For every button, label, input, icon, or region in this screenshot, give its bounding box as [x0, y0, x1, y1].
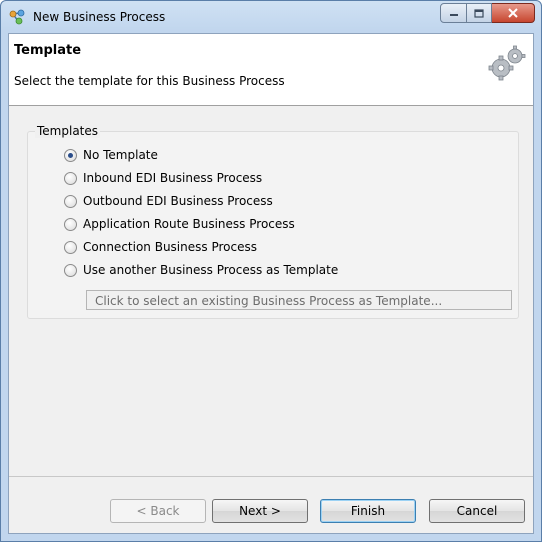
finish-button[interactable]: Finish: [320, 499, 416, 523]
radio-outbound-edi[interactable]: Outbound EDI Business Process: [64, 192, 273, 210]
cancel-button[interactable]: Cancel: [429, 499, 525, 523]
radio-connection[interactable]: Connection Business Process: [64, 238, 257, 256]
radio-label: Inbound EDI Business Process: [83, 171, 263, 185]
radio-label: Use another Business Process as Template: [83, 263, 339, 277]
template-picker-field[interactable]: Click to select an existing Business Pro…: [86, 290, 512, 310]
window-title: New Business Process: [33, 10, 166, 24]
radio-inbound-edi[interactable]: Inbound EDI Business Process: [64, 169, 262, 187]
templates-group: Templates No Template Inbound EDI Busine…: [27, 124, 519, 319]
window-controls: [440, 3, 535, 23]
close-icon: [508, 8, 518, 18]
templates-legend: Templates: [35, 124, 101, 138]
new-business-process-dialog: New Business Process Template Select the…: [0, 0, 542, 542]
gears-icon: [488, 45, 526, 81]
radio-button[interactable]: [64, 240, 77, 254]
close-button[interactable]: [492, 3, 535, 23]
radio-label: No Template: [83, 148, 158, 162]
wizard-body: Templates No Template Inbound EDI Busine…: [9, 106, 533, 476]
page-title: Template: [14, 43, 82, 58]
minimize-button[interactable]: [440, 3, 467, 23]
radio-use-another[interactable]: Use another Business Process as Template: [64, 261, 338, 279]
radio-button[interactable]: [64, 171, 77, 185]
title-bar[interactable]: New Business Process: [1, 1, 541, 33]
button-bar: < Back Next > Finish Cancel: [9, 476, 533, 533]
radio-label: Application Route Business Process: [83, 217, 295, 231]
radio-button[interactable]: [64, 194, 77, 208]
next-button[interactable]: Next >: [212, 499, 308, 523]
wizard-header: Template Select the template for this Bu…: [9, 34, 533, 106]
page-description: Select the template for this Business Pr…: [14, 74, 285, 88]
radio-label: Outbound EDI Business Process: [83, 194, 273, 208]
radio-label: Connection Business Process: [83, 240, 257, 254]
radio-button[interactable]: [64, 217, 77, 231]
maximize-icon: [474, 8, 484, 18]
back-button[interactable]: < Back: [110, 499, 206, 523]
radio-button[interactable]: [64, 148, 77, 162]
radio-no-template[interactable]: No Template: [64, 146, 158, 164]
minimize-icon: [449, 14, 458, 16]
radio-button[interactable]: [64, 263, 77, 277]
maximize-button[interactable]: [467, 3, 492, 23]
radio-application-route[interactable]: Application Route Business Process: [64, 215, 295, 233]
dialog-content: Template Select the template for this Bu…: [8, 33, 534, 534]
process-icon: [9, 9, 25, 25]
